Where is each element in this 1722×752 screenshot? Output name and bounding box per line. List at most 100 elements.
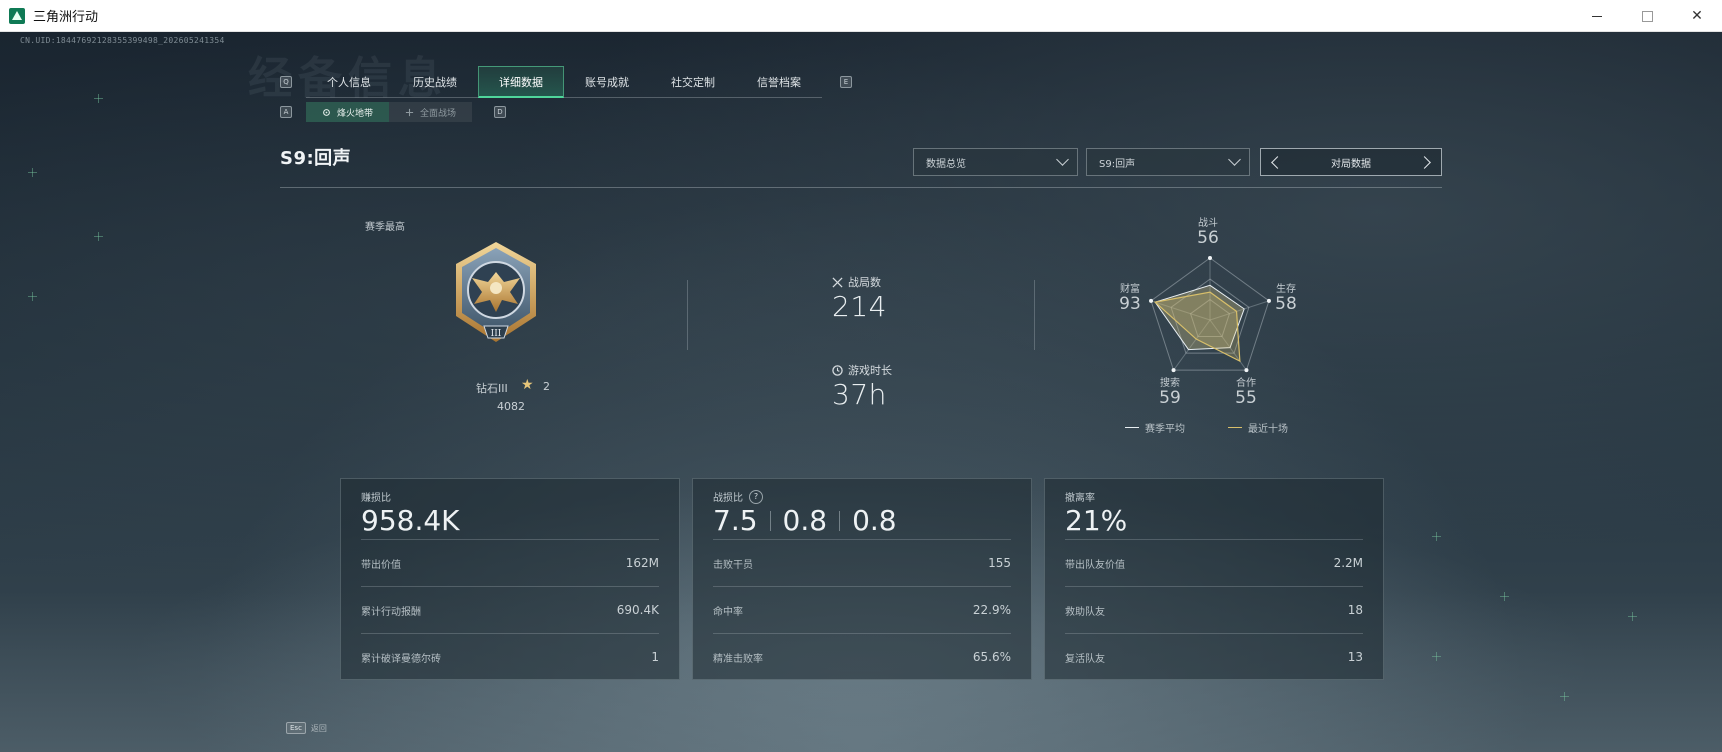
row-label: 累计破译曼德尔砖 <box>361 653 441 665</box>
combat-rows: 击败干员 155 命中率 22.9% 精准击败率 65.6% <box>713 539 1011 680</box>
cross-mark-icon <box>94 232 103 241</box>
list-item: 带出队友价值 2.2M <box>1065 539 1363 586</box>
row-value: 2.2M <box>1333 556 1363 570</box>
rank-score: 4082 <box>497 400 525 413</box>
matches-value: 214 <box>832 290 887 323</box>
row-label: 带出价值 <box>361 559 401 571</box>
tab-credit-record[interactable]: 信誉档案 <box>736 66 822 98</box>
extraction-rate-card: 撤离率 21% 带出队友价值 2.2M 救助队友 18 复活队友 13 <box>1044 478 1384 680</box>
value-separator <box>769 510 771 531</box>
chevron-left-icon[interactable] <box>1271 155 1284 169</box>
row-label: 救助队友 <box>1065 606 1105 618</box>
combat-ratio-value: 0.8 <box>852 504 897 537</box>
back-button[interactable]: Esc 返回 <box>286 722 327 734</box>
pager-label: 对局数据 <box>1331 158 1371 170</box>
diamond-rank-medal-icon: III <box>456 242 536 342</box>
list-item: 累计破译曼德尔砖 1 <box>361 633 659 680</box>
extraction-rows: 带出队友价值 2.2M 救助队友 18 复活队友 13 <box>1065 539 1363 680</box>
page-title: S9:回声 <box>280 148 352 169</box>
rank-star-count: 2 <box>543 380 550 393</box>
maximize-button[interactable] <box>1622 0 1672 32</box>
cross-mark-icon <box>94 94 103 103</box>
extraction-rate-value: 21% <box>1065 504 1128 537</box>
list-item: 累计行动报酬 690.4K <box>361 586 659 633</box>
overview-dropdown[interactable]: 数据总览 <box>913 148 1078 176</box>
radar-value-cooperation: 55 <box>1235 388 1257 408</box>
window-title: 三角洲行动 <box>33 10 99 25</box>
header-divider <box>280 187 1442 188</box>
radar-label-combat: 战斗 <box>1198 218 1218 229</box>
combat-ratio-value: 0.8 <box>782 504 828 537</box>
legend-recent-label: 最近十场 <box>1248 424 1288 435</box>
profit-ratio-title: 赚损比 <box>361 489 391 504</box>
tab-match-history[interactable]: 历史战绩 <box>392 66 478 98</box>
radar-value-search: 59 <box>1159 388 1181 408</box>
section-divider <box>687 280 688 350</box>
list-item: 救助队友 18 <box>1065 586 1363 633</box>
crossed-swords-icon <box>832 276 843 288</box>
row-label: 击败干员 <box>713 559 753 571</box>
row-value: 155 <box>988 556 1011 570</box>
tab-social-customize[interactable]: 社交定制 <box>650 66 736 98</box>
clock-icon <box>832 364 843 376</box>
radar-value-survival: 58 <box>1275 294 1297 314</box>
list-item: 命中率 22.9% <box>713 586 1011 633</box>
cross-mark-icon <box>1628 612 1637 621</box>
combat-ratio-title: 战损比 ? <box>713 489 763 504</box>
cross-mark-icon <box>1560 692 1569 701</box>
row-value: 22.9% <box>972 603 1011 617</box>
minimize-button[interactable] <box>1572 0 1622 32</box>
tab-achievements[interactable]: 账号成就 <box>564 66 650 98</box>
season-dropdown[interactable]: S9:回声 <box>1086 148 1250 176</box>
main-tabs: 个人信息 历史战绩 详细数据 账号成就 社交定制 信誉档案 <box>306 66 822 98</box>
radar-axis-tip <box>1171 368 1176 373</box>
matches-label-text: 战局数 <box>848 276 881 289</box>
profit-ratio-card: 赚损比 958.4K 带出价值 162M 累计行动报酬 690.4K 累计破译曼德尔… <box>340 478 680 680</box>
back-label: 返回 <box>310 723 327 733</box>
rank-star-icon: ★ <box>521 377 534 393</box>
section-divider <box>1034 280 1035 350</box>
radar-axis-tip <box>1244 368 1249 373</box>
radar-value-wealth: 93 <box>1119 294 1141 314</box>
tab-personal-info[interactable]: 个人信息 <box>306 66 392 98</box>
radar-label-search: 搜索 <box>1160 378 1180 389</box>
row-value: 18 <box>1347 603 1363 617</box>
row-label: 命中率 <box>713 606 743 618</box>
legend-recent-ten: 最近十场 <box>1228 420 1288 435</box>
close-icon: ✕ <box>1691 8 1703 24</box>
keyhint-next-subtab: D <box>494 106 506 118</box>
window-titlebar: 三角洲行动 ✕ <box>0 0 1722 32</box>
subtab-battlefield[interactable]: 全面战场 <box>389 102 473 122</box>
tab-detailed-data[interactable]: 详细数据 <box>478 66 564 98</box>
keyhint-next-tab: E <box>840 76 852 88</box>
radar-label-wealth: 财富 <box>1120 284 1140 295</box>
game-viewport: CN.UID:18447692128355399498_202605241354… <box>0 32 1722 752</box>
cross-mark-icon <box>28 168 37 177</box>
subtab-battlefield-label: 全面战场 <box>420 108 457 119</box>
list-item: 复活队友 13 <box>1065 633 1363 680</box>
chevron-down-icon <box>1056 153 1069 166</box>
subtab-fire-zone-label: 烽火地带 <box>337 108 374 119</box>
combat-ratio-value: 7.5 <box>713 504 758 537</box>
extraction-rate-title: 撤离率 <box>1065 489 1095 504</box>
list-item: 带出价值 162M <box>361 539 659 586</box>
row-value: 162M <box>625 556 659 570</box>
chevron-right-icon[interactable] <box>1418 155 1431 169</box>
medal-numeral: III <box>491 329 502 339</box>
row-value: 13 <box>1347 650 1363 664</box>
row-value: 65.6% <box>972 650 1011 664</box>
keyhint-prev-subtab: A <box>280 106 292 118</box>
subtab-fire-zone[interactable]: 烽火地带 <box>306 102 390 122</box>
legend-season-average: 赛季平均 <box>1125 420 1185 435</box>
close-button[interactable]: ✕ <box>1672 0 1722 32</box>
keyhint-prev-tab: Q <box>280 76 292 88</box>
radar-value-combat: 56 <box>1197 228 1219 248</box>
list-item: 击败干员 155 <box>713 539 1011 586</box>
legend-swatch-season <box>1125 427 1139 428</box>
help-icon[interactable]: ? <box>749 489 763 504</box>
season-dropdown-value: S9:回声 <box>1099 158 1136 170</box>
row-value: 1 <box>651 650 659 664</box>
cross-mark-icon <box>1432 532 1441 541</box>
window-controls: ✕ <box>1572 0 1722 32</box>
fire-zone-icon <box>323 108 330 116</box>
